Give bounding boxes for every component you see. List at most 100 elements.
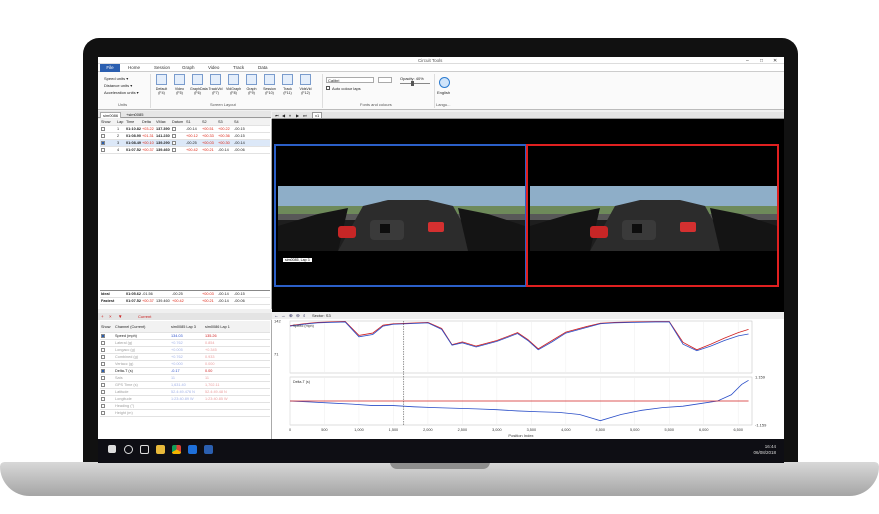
channel-row[interactable]: Sats 11 11 [100,375,270,382]
add-icon[interactable]: + [101,314,104,319]
layout-button-graphdata[interactable]: GraphData (F6) [190,74,208,100]
menu-video[interactable]: Video [208,65,219,70]
play-icon[interactable]: ▶ [296,113,299,118]
column-header[interactable]: S3 [217,120,233,124]
table-row[interactable]: 3 01:08.49 +00.10 139.290 -00.25 +00.03 +00.30… [100,140,270,147]
channel-row[interactable]: Longacc (g) +0.005 +0.345 [100,347,270,354]
pause-icon[interactable]: ⏸ [289,113,291,118]
show-checkbox[interactable] [101,147,105,152]
column-header[interactable]: Delta [141,120,155,124]
channel-row[interactable]: Heading (°) [100,403,270,410]
chrome-icon[interactable] [172,445,181,454]
show-checkbox[interactable] [101,333,105,338]
language-button[interactable]: English [437,90,450,95]
column-header[interactable]: Lap [116,120,125,124]
zoom-select[interactable]: x1 [312,112,323,119]
table-row[interactable]: 1 01:10.82 +03.22 137.390 -00.14 +00.51 +00.22… [100,126,270,133]
show-checkbox[interactable] [101,410,105,415]
menu-session[interactable]: Session [154,65,170,70]
show-checkbox[interactable] [101,347,105,352]
layout-button-default[interactable]: Default (F4) [154,74,169,100]
layout-button-vidsvid[interactable]: VidsVid (F12) [298,74,313,100]
forward-icon[interactable]: → [281,313,286,318]
column-header[interactable]: Show [100,325,114,329]
channel-row[interactable]: Height (m) [100,410,270,417]
datum-checkbox[interactable] [172,147,176,152]
show-checkbox[interactable] [101,340,105,345]
rewind-icon[interactable]: ◀ [282,113,285,118]
column-header[interactable]: sim0085 Lap 3 [170,325,204,329]
opacity-slider-thumb[interactable] [411,81,414,86]
column-header[interactable]: sim0086 Lap 1 [204,325,238,329]
skip-back-icon[interactable]: ⏮ [275,113,279,118]
font-size-select[interactable] [378,77,392,83]
distance-units-button[interactable]: Distance units ▾ [104,83,132,88]
auto-colour-checkbox[interactable] [326,86,330,90]
search-icon[interactable] [124,445,133,454]
speed-units-button[interactable]: Speed units ▾ [104,76,128,81]
skip-forward-icon[interactable]: ⏭ [303,113,307,118]
channel-row[interactable]: Lateral (g) +0.762 0.854 [100,340,270,347]
channel-row[interactable]: GPS Time (s) 1,631.40 1,702.11 [100,382,270,389]
show-checkbox[interactable] [101,396,105,401]
menu-data[interactable]: Data [258,65,268,70]
windows-start-icon[interactable] [108,445,116,453]
show-checkbox[interactable] [101,361,105,366]
show-checkbox[interactable] [101,382,105,387]
show-checkbox[interactable] [101,133,105,138]
datum-checkbox[interactable] [172,140,176,145]
show-checkbox[interactable] [101,375,105,380]
mail-icon[interactable] [188,445,197,454]
tab-sim0086[interactable]: sim0086 [100,112,122,118]
column-header[interactable]: Time [125,120,141,124]
globe-icon[interactable] [439,77,450,88]
column-header[interactable]: Channel (Current) [114,325,170,329]
channel-row[interactable]: Vertacc (g) +0.000 0.000 [100,361,270,368]
tab-sim0085[interactable]: +sim0085 [124,112,145,117]
show-checkbox[interactable] [101,389,105,394]
show-checkbox[interactable] [101,354,105,359]
column-header[interactable]: S2 [201,120,217,124]
menu-home[interactable]: Home [128,65,140,70]
filter-icon[interactable]: ▼ [118,314,122,319]
datum-checkbox[interactable] [172,126,176,131]
channel-row[interactable]: Delta-T (s) -0.17 0.00 [100,368,270,375]
layout-button-vidgraph[interactable]: VidGraph (F8) [226,74,241,100]
column-header[interactable]: S4 [233,120,249,124]
menu-track[interactable]: Track [233,65,244,70]
column-header[interactable]: Show [100,120,116,124]
telemetry-chart[interactable]: 142 71 Speed (mph) 1.159 -1.159 Delta-T (s) 0 5… [272,319,784,439]
show-checkbox[interactable] [101,368,105,373]
datum-checkbox[interactable] [172,133,176,138]
layout-button-video[interactable]: Video (F5) [172,74,187,100]
layout-button-track[interactable]: Track (F11) [280,74,295,100]
channel-row[interactable]: Longitude 1:23:40.89 W 1:23:40.85 W [100,396,270,403]
show-checkbox[interactable] [101,403,105,408]
back-icon[interactable]: ← [274,313,279,318]
opacity-slider[interactable] [400,83,430,84]
column-header[interactable]: Datum [171,120,185,124]
search-icon[interactable]: ⌕ [303,313,306,318]
table-row[interactable]: 2 01:08.90 +01.31 141.230 +00.12 +00.33 +00.36… [100,133,270,140]
show-checkbox[interactable] [101,140,105,145]
video-frame-right[interactable] [526,144,779,287]
acceleration-units-button[interactable]: Acceleration units ▾ [104,90,139,95]
task-view-icon[interactable] [140,445,149,454]
circuit-tools-icon[interactable] [204,445,213,454]
remove-icon[interactable]: × [109,314,112,319]
layout-button-trackvid[interactable]: TrackVid (F7) [208,74,223,100]
channel-row[interactable]: Latitude 52.4:49.476 N 52.4:49.48 N [100,389,270,396]
file-explorer-icon[interactable] [156,445,165,454]
menu-graph[interactable]: Graph [182,65,195,70]
column-header[interactable]: VMax [155,120,171,124]
video-frame-left[interactable]: sim0085, Lap 3 [274,144,527,287]
table-row[interactable]: 4 01:07.52 +00.37 139.460 +00.42 +00.21 -00.14… [100,147,270,154]
column-header[interactable]: S1 [185,120,201,124]
menu-file[interactable]: File [100,64,120,72]
layout-button-graph[interactable]: Graph (F9) [244,74,259,100]
show-checkbox[interactable] [101,126,105,131]
font-select[interactable]: Calibri [326,77,374,83]
channel-row[interactable]: Combined (g) +0.762 0.933 [100,354,270,361]
layout-button-session[interactable]: Session (F10) [262,74,277,100]
channel-row[interactable]: Speed (mph) 134.03 135.26 [100,333,270,340]
